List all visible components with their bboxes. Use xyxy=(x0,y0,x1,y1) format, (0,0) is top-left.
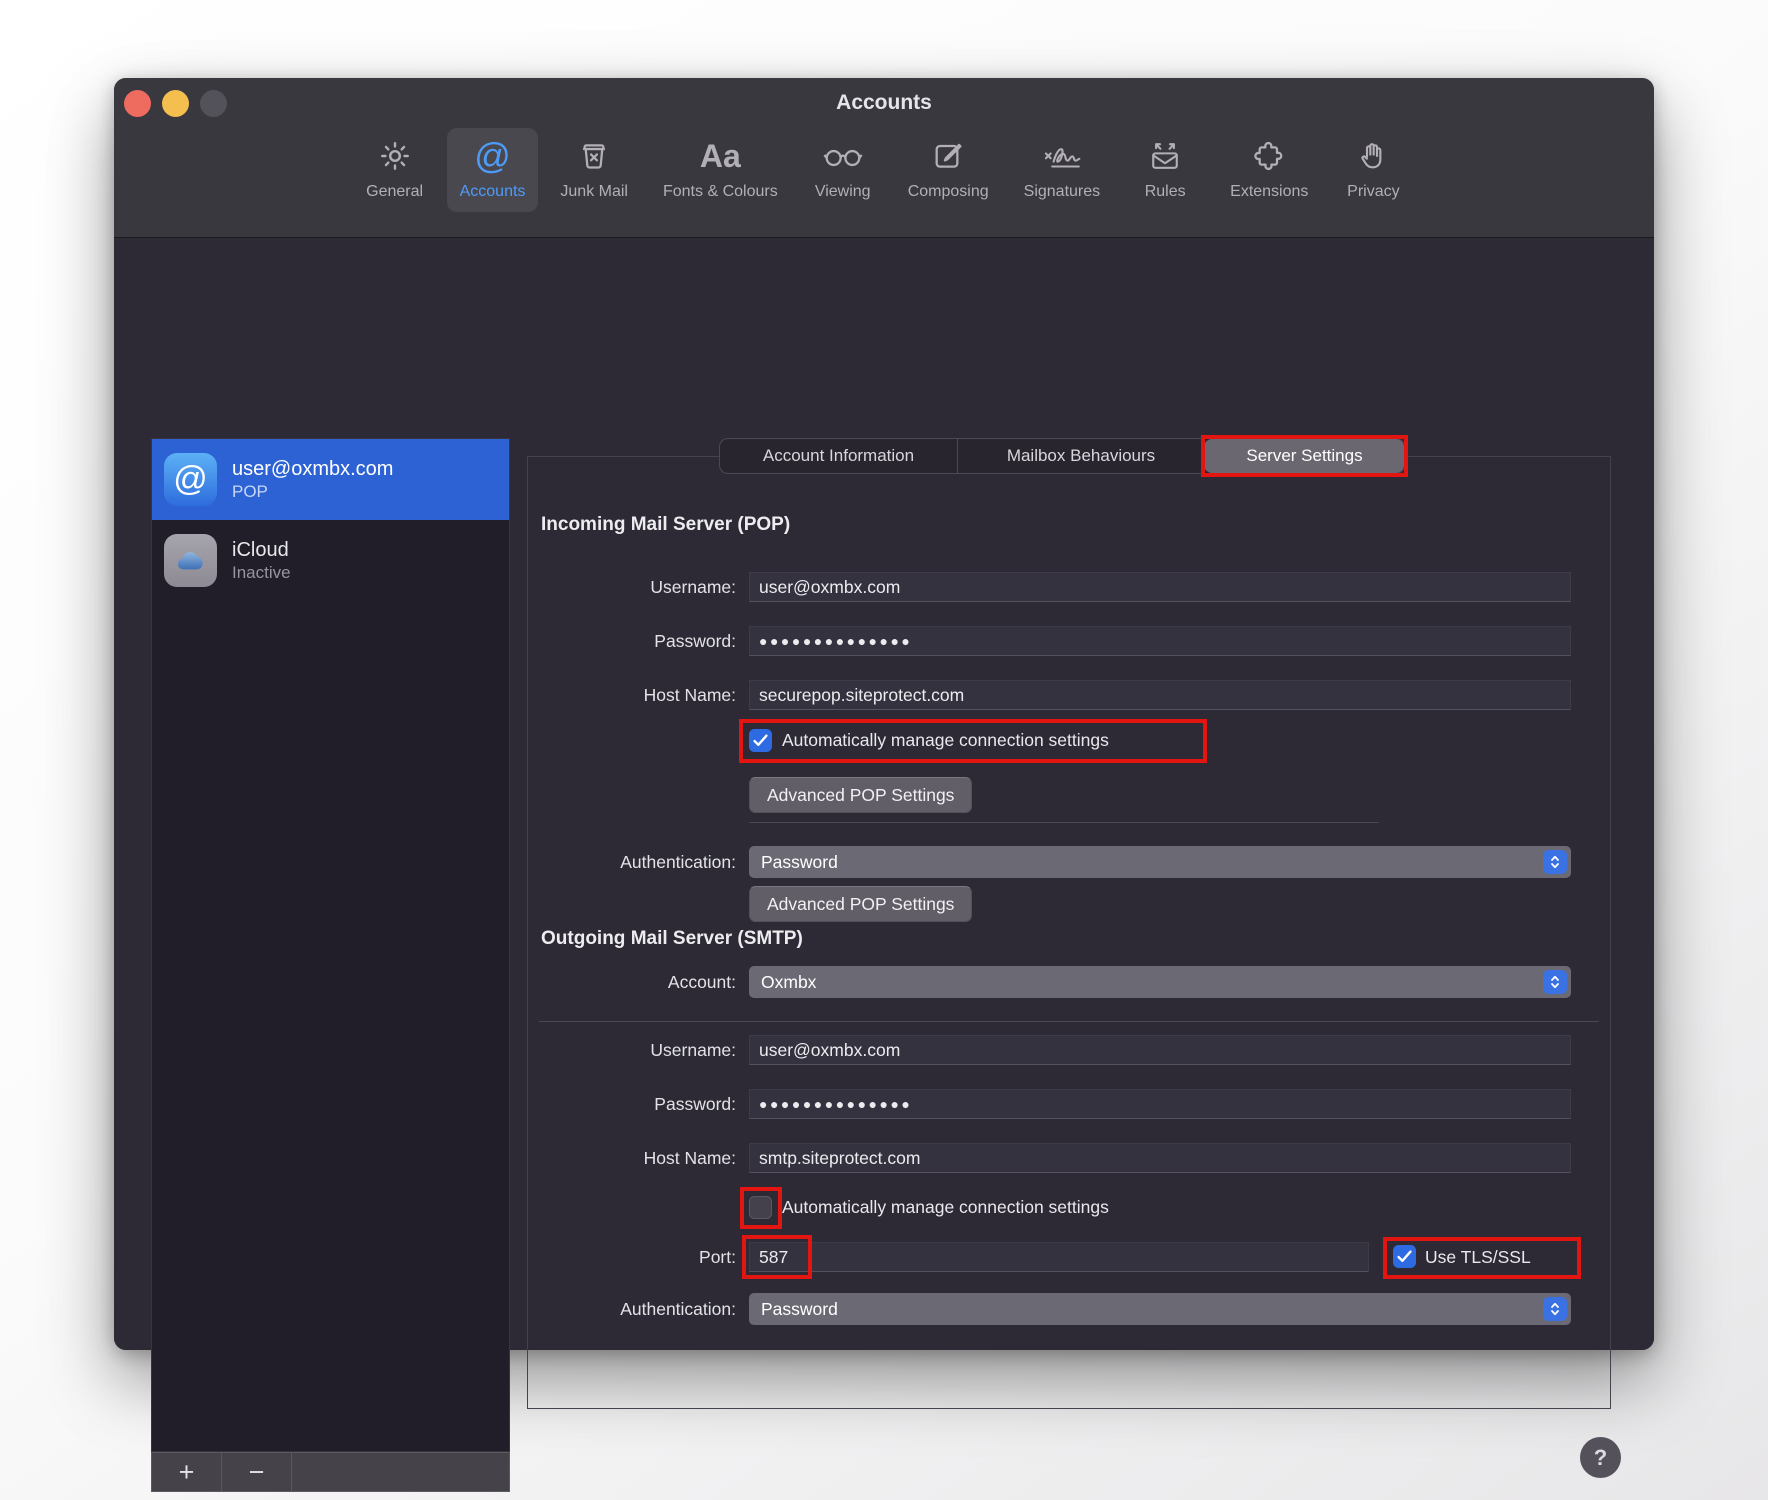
popup-stepper-icon xyxy=(1543,1297,1567,1321)
outgoing-password-field[interactable]: ●●●●●●●●●●●●●● xyxy=(749,1089,1571,1119)
popup-stepper-icon xyxy=(1543,850,1567,874)
outgoing-account-popup[interactable]: Oxmbx xyxy=(749,966,1571,998)
toolbar-item-rules[interactable]: Rules xyxy=(1122,128,1208,212)
hand-icon xyxy=(1357,138,1389,174)
toolbar-item-general[interactable]: General xyxy=(352,128,438,212)
toolbar-item-label: Viewing xyxy=(815,183,871,201)
account-subtitle: Inactive xyxy=(232,562,291,583)
puzzle-icon xyxy=(1253,138,1285,174)
divider xyxy=(539,1021,1599,1022)
pop-account-icon: @ xyxy=(164,453,217,506)
incoming-username-field[interactable]: user@oxmbx.com xyxy=(749,572,1571,602)
outgoing-authentication-label: Authentication: xyxy=(527,1294,736,1324)
popup-value: Oxmbx xyxy=(761,972,816,992)
toolbar-item-signatures[interactable]: Signatures xyxy=(1011,128,1114,212)
toolbar-item-viewing[interactable]: Viewing xyxy=(800,128,886,212)
icloud-icon xyxy=(164,534,217,587)
use-tls-label: Use TLS/SSL xyxy=(1425,1242,1531,1272)
advanced-pop-settings-button-1[interactable]: Advanced POP Settings xyxy=(749,777,972,813)
toolbar-item-extensions[interactable]: Extensions xyxy=(1217,128,1321,212)
toolbar-item-label: General xyxy=(366,183,423,201)
gear-icon xyxy=(378,138,412,174)
port-field[interactable]: 587 xyxy=(749,1242,1369,1272)
accounts-sidebar: @ user@oxmbx.com POP xyxy=(151,438,510,1452)
titlebar: Accounts General @ Accounts xyxy=(114,78,1654,238)
use-tls-checkbox[interactable] xyxy=(1393,1245,1416,1268)
toolbar-item-fonts-colours[interactable]: Aa Fonts & Colours xyxy=(650,128,791,212)
at-icon: @ xyxy=(474,138,511,174)
toolbar-item-accounts[interactable]: @ Accounts xyxy=(447,128,539,212)
toolbar-item-label: Composing xyxy=(908,183,989,201)
popup-value: Password xyxy=(761,1299,838,1319)
glasses-icon xyxy=(823,138,863,174)
toolbar-item-label: Rules xyxy=(1145,183,1186,201)
junk-bin-icon xyxy=(578,138,610,174)
incoming-hostname-label: Host Name: xyxy=(527,680,736,710)
remove-account-button[interactable]: − xyxy=(222,1453,292,1491)
popup-value: Password xyxy=(761,852,838,872)
incoming-auto-manage-label: Automatically manage connection settings xyxy=(782,725,1109,755)
outgoing-heading: Outgoing Mail Server (SMTP) xyxy=(541,928,803,950)
advanced-pop-settings-button-2[interactable]: Advanced POP Settings xyxy=(749,886,972,922)
toolbar-item-label: Privacy xyxy=(1347,183,1399,201)
fonts-icon: Aa xyxy=(700,138,741,174)
incoming-password-label: Password: xyxy=(527,626,736,656)
toolbar-item-label: Extensions xyxy=(1230,183,1308,201)
outgoing-hostname-label: Host Name: xyxy=(527,1143,736,1173)
incoming-hostname-field[interactable]: securepop.siteprotect.com xyxy=(749,680,1571,710)
incoming-heading: Incoming Mail Server (POP) xyxy=(541,514,790,536)
outgoing-username-label: Username: xyxy=(527,1035,736,1065)
account-name: user@oxmbx.com xyxy=(232,457,393,481)
outgoing-auto-manage-label: Automatically manage connection settings xyxy=(782,1192,1109,1222)
sidebar-account-pop[interactable]: @ user@oxmbx.com POP xyxy=(152,439,509,520)
rules-envelope-icon xyxy=(1148,138,1182,174)
window-title: Accounts xyxy=(114,91,1654,115)
incoming-username-label: Username: xyxy=(527,572,736,602)
toolbar-item-label: Accounts xyxy=(460,183,526,201)
sidebar-account-icloud[interactable]: iCloud Inactive xyxy=(152,520,509,601)
toolbar-item-label: Junk Mail xyxy=(560,183,628,201)
outgoing-auto-manage-checkbox[interactable] xyxy=(749,1196,772,1219)
incoming-authentication-popup[interactable]: Password xyxy=(749,846,1571,878)
port-label: Port: xyxy=(527,1242,736,1272)
divider xyxy=(749,822,1379,823)
outgoing-username-field[interactable]: user@oxmbx.com xyxy=(749,1035,1571,1065)
toolbar-item-junk-mail[interactable]: Junk Mail xyxy=(547,128,641,212)
outgoing-hostname-field[interactable]: smtp.siteprotect.com xyxy=(749,1143,1571,1173)
server-settings-form: Incoming Mail Server (POP) Username: use… xyxy=(527,456,1611,1409)
sidebar-actions-bar: + − xyxy=(151,1452,510,1492)
incoming-auto-manage-checkbox[interactable] xyxy=(749,729,772,752)
window-body: @ user@oxmbx.com POP xyxy=(114,239,1654,1350)
toolbar-item-label: Fonts & Colours xyxy=(663,183,778,201)
popup-stepper-icon xyxy=(1543,970,1567,994)
signature-icon xyxy=(1041,138,1083,174)
preferences-toolbar: General @ Accounts Junk Mail Aa Fonts & … xyxy=(114,128,1654,232)
add-account-button[interactable]: + xyxy=(152,1453,222,1491)
outgoing-password-label: Password: xyxy=(527,1089,736,1119)
preferences-window: Accounts General @ Accounts xyxy=(114,78,1654,1350)
toolbar-item-composing[interactable]: Composing xyxy=(895,128,1002,212)
toolbar-item-label: Signatures xyxy=(1024,183,1101,201)
outgoing-account-label: Account: xyxy=(527,967,736,997)
account-name: iCloud xyxy=(232,538,291,562)
outgoing-authentication-popup[interactable]: Password xyxy=(749,1293,1571,1325)
toolbar-item-privacy[interactable]: Privacy xyxy=(1330,128,1416,212)
compose-icon xyxy=(932,138,964,174)
help-button[interactable]: ? xyxy=(1580,1437,1621,1478)
incoming-password-field[interactable]: ●●●●●●●●●●●●●● xyxy=(749,626,1571,656)
incoming-authentication-label: Authentication: xyxy=(527,847,736,877)
account-subtitle: POP xyxy=(232,481,393,502)
